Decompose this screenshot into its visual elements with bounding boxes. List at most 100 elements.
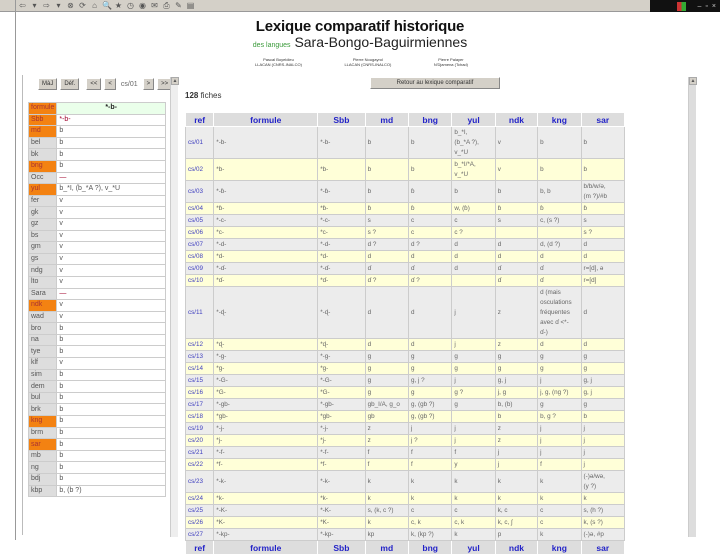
ref-link[interactable]: cs/12 xyxy=(184,338,215,351)
ref-link[interactable]: cs/02 xyxy=(184,158,215,181)
column-header-Sbb[interactable]: Sbb xyxy=(317,540,366,555)
toolbar-icon[interactable]: ★ xyxy=(114,1,123,11)
ref-link[interactable]: cs/07 xyxy=(184,238,215,251)
table-row[interactable]: cs/05 *-c- *-c-s c c s c, (s ?) s xyxy=(184,214,626,227)
table-row[interactable]: cs/14 *g- *g-g g g g g g xyxy=(184,362,626,375)
column-header-ref[interactable]: ref xyxy=(184,112,215,127)
ref-link[interactable]: cs/23 xyxy=(184,470,215,493)
toolbar-icon[interactable]: ▤ xyxy=(186,1,195,11)
ref-link[interactable]: cs/16 xyxy=(184,386,215,399)
ref-link[interactable]: cs/15 xyxy=(184,374,215,387)
column-header-sar[interactable]: sar xyxy=(580,540,626,555)
ref-link[interactable]: cs/19 xyxy=(184,422,215,435)
table-row[interactable]: cs/20 *j- *j-z j ? j z j j xyxy=(184,434,626,447)
ref-link[interactable]: cs/13 xyxy=(184,350,215,363)
close-button[interactable]: × xyxy=(712,3,716,10)
table-row[interactable]: cs/26 *K- *K-k c, k c, k k, c, ʃ c k, (s ?) xyxy=(184,516,626,529)
ref-link[interactable]: cs/27 xyxy=(184,528,215,541)
ref-link[interactable]: cs/05 xyxy=(184,214,215,227)
toolbar-icon[interactable]: ▾ xyxy=(54,1,63,11)
table-row[interactable]: cs/06 *c- *c-s ? c c ? s ? xyxy=(184,226,626,239)
column-header-kng[interactable]: kng xyxy=(537,112,582,127)
column-header-sar[interactable]: sar xyxy=(580,112,626,127)
toolbar-icon[interactable]: ✎ xyxy=(174,1,183,11)
ref-link[interactable]: cs/08 xyxy=(184,250,215,263)
table-row[interactable]: cs/19 *-j- *-j-z j j z j j xyxy=(184,422,626,435)
restore-button[interactable]: ▫ xyxy=(705,3,707,10)
toolbar-icon[interactable]: ⌂ xyxy=(90,1,99,11)
table-row[interactable]: cs/16 *G- *G-g g g ? j, g j, g, (ng ?) g, j xyxy=(184,386,626,399)
toolbar-icon[interactable]: 🔍 xyxy=(102,1,112,11)
left-frame-scrollbar[interactable]: ▲ xyxy=(170,77,179,537)
column-header-ndk[interactable]: ndk xyxy=(494,112,539,127)
toolbar-icon[interactable]: ▾ xyxy=(30,1,39,11)
toolbar-icon[interactable]: ✉ xyxy=(150,1,159,11)
table-row[interactable]: cs/08 *d- *d-d d d d d d xyxy=(184,250,626,263)
table-row[interactable]: cs/17 *-gb- *-gb-gb_I/A, g_o g, (gb ?) g b, (… xyxy=(184,398,626,411)
table-row[interactable]: cs/22 *f- *f-f f y j f j xyxy=(184,458,626,471)
table-row[interactable]: cs/02 *b- *b-b b b_*I/*A, v_*U v b b xyxy=(184,158,626,181)
ref-link[interactable]: cs/09 xyxy=(184,262,215,275)
column-header-bng[interactable]: bng xyxy=(407,112,453,127)
table-row[interactable]: cs/18 *gb- *gb-gb g, (gb ?) b b, g ? b xyxy=(184,410,626,423)
ref-link[interactable]: cs/01 xyxy=(184,126,215,159)
ref-link[interactable]: cs/26 xyxy=(184,516,215,529)
ref-link[interactable]: cs/17 xyxy=(184,398,215,411)
table-row[interactable]: cs/09 *-ɗ- *-ɗ-ɗ ɗ d ɗ ɗ r=[d], ə xyxy=(184,262,626,275)
table-row[interactable]: cs/11 *-ɖ- *-ɖ-d d j z d (mais osculations fré… xyxy=(184,286,626,339)
toolbar-icon[interactable]: ⇦ xyxy=(18,1,27,11)
ref-link[interactable]: cs/25 xyxy=(184,504,215,517)
next-record-button[interactable]: > xyxy=(142,78,155,90)
table-row[interactable]: cs/15 *-G- *-G-g g, j ? j g, j j g, j xyxy=(184,374,626,387)
column-header-yul[interactable]: yul xyxy=(451,540,496,555)
main-frame-scrollbar[interactable]: ▲ xyxy=(688,77,697,537)
minimize-button[interactable]: – xyxy=(698,3,702,10)
column-header-kng[interactable]: kng xyxy=(537,540,582,555)
ref-link[interactable]: cs/24 xyxy=(184,492,215,505)
ref-link[interactable]: cs/06 xyxy=(184,226,215,239)
toolbar-icon[interactable]: ⇨ xyxy=(42,1,51,11)
ref-link[interactable]: cs/20 xyxy=(184,434,215,447)
table-row[interactable]: cs/12 *ɖ- *ɖ-d d j z d d xyxy=(184,338,626,351)
ref-link[interactable]: cs/22 xyxy=(184,458,215,471)
scroll-up-icon[interactable]: ▲ xyxy=(689,77,697,85)
scroll-up-icon[interactable]: ▲ xyxy=(171,77,179,85)
table-row[interactable]: cs/07 *-d- *-d-d ? d ? d d d, (d ?) d xyxy=(184,238,626,251)
column-header-ndk[interactable]: ndk xyxy=(494,540,539,555)
toolbar-icon[interactable]: ⎙ xyxy=(162,1,171,11)
table-row[interactable]: cs/23 *-k- *-k-k k k k k (-)ə/wə, (y ?) xyxy=(184,470,626,493)
toolbar-icon[interactable]: ⊗ xyxy=(66,1,75,11)
column-header-ref[interactable]: ref xyxy=(184,540,215,555)
table-row[interactable]: cs/21 *-f- *-f-f f f j j j xyxy=(184,446,626,459)
column-header-Sbb[interactable]: Sbb xyxy=(317,112,366,127)
table-row[interactable]: cs/27 *-kp- *-kp-kp k, (kp ?) k p k (-)ə, #p xyxy=(184,528,626,541)
ref-link[interactable]: cs/11 xyxy=(184,286,215,339)
table-row[interactable]: cs/10 *ɗ- *ɗ-ɗ ? ɗ ? ɗ ɗ r=[d] xyxy=(184,274,626,287)
first-record-button[interactable]: << xyxy=(86,78,102,90)
table-row[interactable]: cs/13 *-g- *-g-g g g g g g xyxy=(184,350,626,363)
column-header-formule[interactable]: formule xyxy=(213,540,319,555)
definition-button[interactable]: Déf. xyxy=(60,78,80,90)
previous-record-button[interactable]: < xyxy=(104,78,116,90)
column-header-md[interactable]: md xyxy=(364,540,410,555)
column-header-formule[interactable]: formule xyxy=(213,112,319,127)
update-button[interactable]: MàJ xyxy=(38,78,58,90)
toolbar-icon[interactable]: ◷ xyxy=(126,1,135,11)
column-header-bng[interactable]: bng xyxy=(407,540,453,555)
back-to-lexicon-button[interactable]: Retour au lexique comparatif xyxy=(370,77,500,89)
toolbar-icon[interactable]: ⟳ xyxy=(78,1,87,11)
table-row[interactable]: cs/03 *-ɓ- *-ɓ-b ɓ b b b, b b/b/w/ə, (m ?)/#b xyxy=(184,180,626,203)
table-row[interactable]: cs/25 *-K- *-K-s, (k, c ?) c c k, c c s, (h ?) xyxy=(184,504,626,517)
table-row[interactable]: cs/01 *-b- *-b-b b b_*I, (b_*A ?), v_*U v b b xyxy=(184,126,626,159)
ref-link[interactable]: cs/10 xyxy=(184,274,215,287)
ref-link[interactable]: cs/18 xyxy=(184,410,215,423)
ref-link[interactable]: cs/14 xyxy=(184,362,215,375)
ref-link[interactable]: cs/03 xyxy=(184,180,215,203)
ref-link[interactable]: cs/21 xyxy=(184,446,215,459)
ref-link[interactable]: cs/04 xyxy=(184,202,215,215)
column-header-md[interactable]: md xyxy=(364,112,410,127)
table-row[interactable]: cs/04 *ɓ- *ɓ-ɓ ɓ w, (ɓ) ɓ ɓ ɓ xyxy=(184,202,626,215)
column-header-yul[interactable]: yul xyxy=(451,112,496,127)
toolbar-icon[interactable]: ◉ xyxy=(138,1,147,11)
table-row[interactable]: cs/24 *k- *k-k k k k k k xyxy=(184,492,626,505)
